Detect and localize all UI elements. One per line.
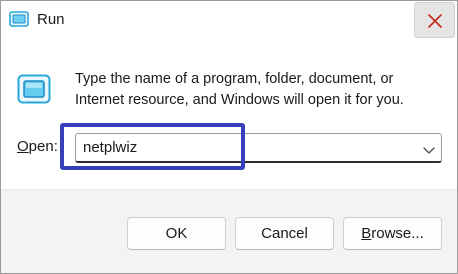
open-input[interactable]: [83, 138, 403, 158]
open-combobox[interactable]: [75, 133, 442, 163]
open-label: Open:: [17, 138, 58, 156]
run-app-icon: [17, 74, 51, 104]
browse-mnemonic: B: [361, 225, 372, 242]
run-dialog: Run Type the name of a program, folder, …: [0, 0, 458, 274]
open-label-mnemonic: O: [17, 138, 29, 155]
prompt-description: Type the name of a program, folder, docu…: [75, 71, 404, 108]
title-bar: Run: [1, 1, 457, 39]
browse-label: rowse...: [371, 225, 424, 242]
window-title: Run: [37, 11, 65, 28]
button-bar: OK Cancel Browse...: [1, 189, 457, 273]
open-label-text: pen:: [28, 138, 58, 155]
run-app-icon: [9, 11, 29, 27]
cancel-button[interactable]: Cancel: [235, 217, 334, 250]
chevron-down-icon[interactable]: [422, 143, 436, 154]
ok-button[interactable]: OK: [127, 217, 226, 250]
close-button[interactable]: [414, 2, 455, 38]
browse-button[interactable]: Browse...: [343, 217, 442, 250]
